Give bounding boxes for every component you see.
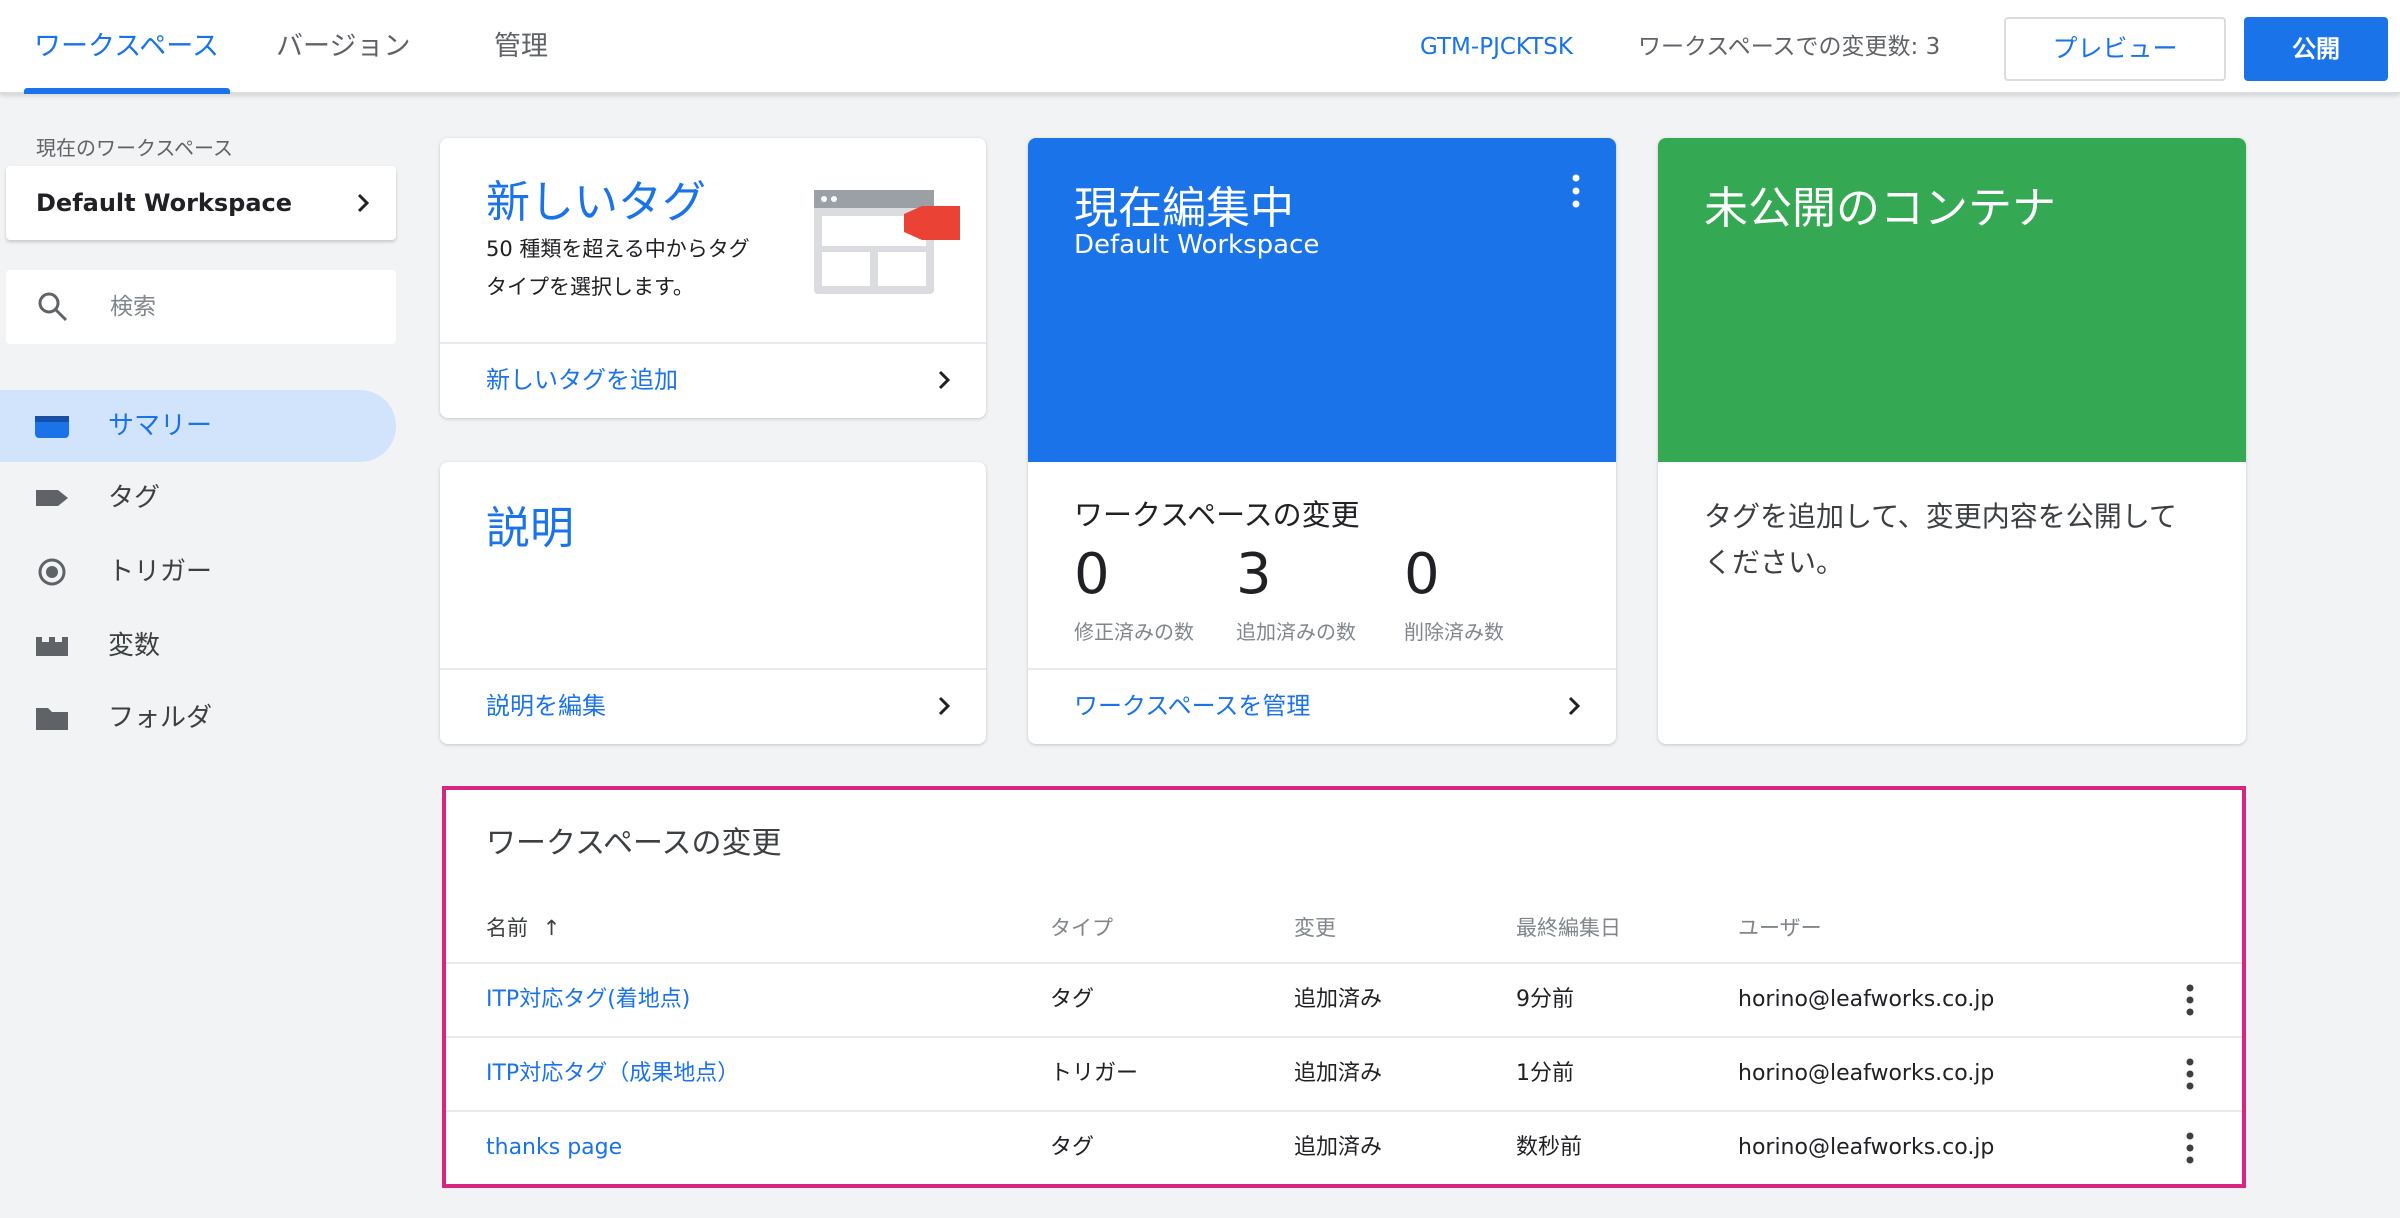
workspace-changes-table: ワークスペースの変更 名前 ↑ タイプ 変更 最終編集日 ユーザー ITP対応タ… <box>442 786 2246 1188</box>
chevron-right-icon <box>1568 696 1581 716</box>
change-name-link[interactable]: ITP対応タグ（成果地点） <box>486 1038 739 1110</box>
table-row[interactable]: ITP対応タグ（成果地点） トリガー 追加済み 1分前 horino@leafw… <box>446 1036 2242 1108</box>
change-user: horino@leafworks.co.jp <box>1738 987 1995 1012</box>
workspace-selector[interactable]: Default Workspace <box>6 166 396 240</box>
tab-admin[interactable]: 管理 <box>494 0 548 94</box>
search-input[interactable]: 検索 <box>6 270 396 344</box>
more-vert-icon[interactable] <box>1572 174 1580 208</box>
change-type: タグ <box>1050 987 1095 1012</box>
new-tag-card: 新しいタグ 50 種類を超える中からタグタイプを選択します。 新しいタグを追加 <box>440 138 986 418</box>
summary-icon <box>35 416 69 438</box>
change-status: 追加済み <box>1294 1061 1383 1086</box>
unpublished-container-card: 未公開のコンテナ タグを追加して、変更内容を公開してください。 <box>1658 138 2246 744</box>
tag-icon <box>36 490 68 506</box>
more-vert-icon[interactable] <box>2186 1132 2194 1164</box>
unpublished-title: 未公開のコンテナ <box>1704 183 2056 234</box>
sidebar-item-label: サマリー <box>108 411 213 441</box>
change-user: horino@leafworks.co.jp <box>1738 1061 1995 1086</box>
change-type: トリガー <box>1050 1061 1139 1086</box>
preview-button[interactable]: プレビュー <box>2004 17 2226 81</box>
chevron-right-icon <box>938 696 951 716</box>
chevron-right-icon <box>357 193 370 213</box>
description-card: 説明 説明を編集 <box>440 462 986 744</box>
description-title: 説明 <box>486 503 574 554</box>
column-header-user[interactable]: ユーザー <box>1738 912 1822 942</box>
change-user: horino@leafworks.co.jp <box>1738 1135 1995 1160</box>
sidebar-item-label: タグ <box>108 483 161 513</box>
workspace-name: Default Workspace <box>36 189 293 217</box>
sidebar-item-triggers[interactable]: トリガー <box>0 536 396 608</box>
current-editing-card: 現在編集中 Default Workspace ワークスペースの変更 0 3 0… <box>1028 138 1616 744</box>
search-placeholder: 検索 <box>110 294 156 320</box>
trigger-icon <box>38 558 66 586</box>
workspace-changes-heading: ワークスペースの変更 <box>1074 498 1360 532</box>
sidebar-item-label: フォルダ <box>108 703 213 733</box>
change-last-edited: 1分前 <box>1516 1061 1574 1086</box>
folder-icon <box>36 708 68 730</box>
modified-label: 修正済みの数 <box>1074 620 1194 644</box>
add-new-tag-label: 新しいタグを追加 <box>486 366 678 394</box>
changes-table-title: ワークスペースの変更 <box>486 826 782 861</box>
add-new-tag-link[interactable]: 新しいタグを追加 <box>440 342 986 418</box>
change-name-link[interactable]: ITP対応タグ(着地点) <box>486 964 690 1036</box>
edit-description-label: 説明を編集 <box>486 692 606 720</box>
change-last-edited: 数秒前 <box>1516 1135 1583 1160</box>
more-vert-icon[interactable] <box>2186 1058 2194 1090</box>
current-editing-title: 現在編集中 <box>1074 183 1294 234</box>
chevron-right-icon <box>938 370 951 390</box>
manage-workspace-label: ワークスペースを管理 <box>1074 692 1311 720</box>
active-tab-indicator <box>24 88 230 94</box>
added-count: 3 <box>1236 542 1272 607</box>
column-header-name-label: 名前 <box>486 916 528 940</box>
sidebar-item-summary[interactable]: サマリー <box>0 390 396 462</box>
column-header-name[interactable]: 名前 ↑ <box>486 912 560 942</box>
column-header-type[interactable]: タイプ <box>1050 912 1113 942</box>
sidebar-item-folders[interactable]: フォルダ <box>0 682 396 754</box>
sidebar-item-label: 変数 <box>108 631 161 661</box>
tab-versions[interactable]: バージョン <box>276 0 410 94</box>
column-header-change[interactable]: 変更 <box>1294 912 1336 942</box>
change-status: 追加済み <box>1294 1135 1383 1160</box>
unpublished-message: タグを追加して、変更内容を公開してください。 <box>1704 500 2177 579</box>
sort-ascending-icon: ↑ <box>542 916 561 940</box>
workspace-change-count: ワークスペースでの変更数: 3 <box>1638 34 1941 60</box>
edit-description-link[interactable]: 説明を編集 <box>440 668 986 744</box>
top-bar: ワークスペース バージョン 管理 GTM-PJCKTSK ワークスペースでの変更… <box>0 0 2400 94</box>
column-header-last-edited[interactable]: 最終編集日 <box>1516 912 1621 942</box>
change-type: タグ <box>1050 1135 1095 1160</box>
tab-workspace[interactable]: ワークスペース <box>34 0 219 94</box>
manage-workspace-link[interactable]: ワークスペースを管理 <box>1028 668 1616 744</box>
sidebar-item-tags[interactable]: タグ <box>0 462 396 534</box>
deleted-count: 0 <box>1404 542 1440 607</box>
table-row[interactable]: ITP対応タグ(着地点) タグ 追加済み 9分前 horino@leafwork… <box>446 962 2242 1034</box>
current-workspace-name: Default Workspace <box>1074 230 1320 260</box>
new-tag-illustration <box>814 190 960 294</box>
change-last-edited: 9分前 <box>1516 987 1574 1012</box>
change-name-link[interactable]: thanks page <box>486 1112 622 1184</box>
new-tag-title: 新しいタグ <box>486 177 706 228</box>
more-vert-icon[interactable] <box>2186 984 2194 1016</box>
table-row[interactable]: thanks page タグ 追加済み 数秒前 horino@leafworks… <box>446 1110 2242 1182</box>
new-tag-description: 50 種類を超える中からタグタイプを選択します。 <box>486 237 750 299</box>
added-label: 追加済みの数 <box>1236 620 1356 644</box>
variable-icon <box>36 637 68 656</box>
publish-button[interactable]: 公開 <box>2244 17 2388 81</box>
deleted-label: 削除済み数 <box>1404 620 1504 644</box>
modified-count: 0 <box>1074 542 1110 607</box>
sidebar-item-variables[interactable]: 変数 <box>0 610 396 682</box>
sidebar-item-label: トリガー <box>108 557 213 587</box>
container-id[interactable]: GTM-PJCKTSK <box>1420 0 1573 94</box>
change-status: 追加済み <box>1294 987 1383 1012</box>
current-workspace-caption: 現在のワークスペース <box>36 136 233 160</box>
search-icon <box>38 292 68 322</box>
